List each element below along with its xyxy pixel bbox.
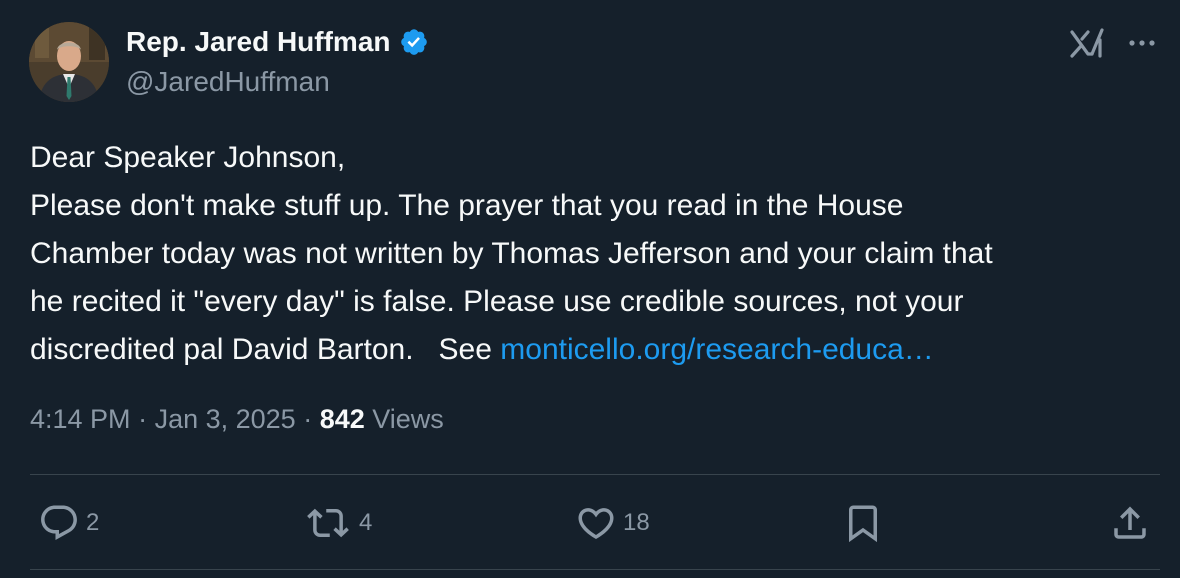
more-icon[interactable]: [1124, 28, 1160, 58]
tweet-text-line: discredited pal David Barton. See: [30, 333, 501, 366]
tweet-date[interactable]: Jan 3, 2025: [155, 404, 296, 434]
bookmark-icon: [842, 502, 884, 544]
tweet-text-line: Dear Speaker Johnson,: [30, 141, 346, 174]
author-name-text[interactable]: Rep. Jared Huffman: [126, 26, 391, 58]
avatar[interactable]: [29, 22, 109, 102]
like-button[interactable]: 18: [575, 498, 650, 548]
tweet-text: Dear Speaker Johnson, Please don't make …: [30, 134, 1165, 374]
divider: [30, 474, 1160, 475]
views-label: Views: [364, 404, 444, 434]
bookmark-button[interactable]: [842, 498, 884, 548]
author-name[interactable]: Rep. Jared Huffman: [126, 26, 429, 58]
divider: [30, 569, 1160, 570]
action-bar: 2 4 18: [0, 498, 1180, 548]
tweet-time[interactable]: 4:14 PM: [30, 404, 131, 434]
repost-icon: [303, 502, 353, 544]
reply-icon: [38, 502, 80, 544]
tweet-text-line: Chamber today was not written by Thomas …: [30, 237, 993, 270]
repost-button[interactable]: 4: [303, 498, 372, 548]
verified-badge-icon: [399, 27, 429, 57]
tweet-card: Rep. Jared Huffman @JaredHuffman Dear Sp…: [0, 0, 1180, 578]
reply-count: 2: [86, 509, 100, 536]
tweet-meta: 4:14 PM · Jan 3, 2025 · 842 Views: [30, 404, 444, 435]
share-button[interactable]: [1109, 498, 1151, 548]
reply-button[interactable]: 2: [38, 498, 99, 548]
tweet-link[interactable]: monticello.org/research-educa…: [500, 333, 934, 366]
tweet-text-line: Please don't make stuff up. The prayer t…: [30, 189, 904, 222]
share-icon: [1109, 502, 1151, 544]
tweet-text-last-line: discredited pal David Barton. See montic…: [30, 326, 1165, 374]
like-icon: [575, 502, 617, 544]
meta-separator: ·: [130, 404, 155, 434]
grok-icon[interactable]: [1068, 26, 1108, 62]
repost-count: 4: [359, 509, 373, 536]
tweet-text-line: he recited it "every day" is false. Plea…: [30, 285, 964, 318]
views-count: 842: [319, 404, 365, 434]
like-count: 18: [623, 509, 650, 536]
author-handle[interactable]: @JaredHuffman: [126, 66, 330, 98]
meta-separator: ·: [295, 404, 320, 434]
